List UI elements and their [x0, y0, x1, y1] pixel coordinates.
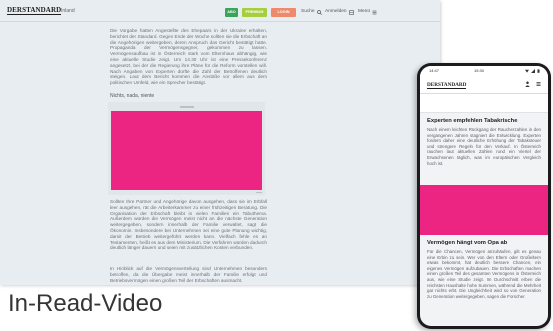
format-caption: In-Read-Video	[8, 290, 163, 317]
article-paragraph: Die Vorgabe hatten Angestellte des Ehepa…	[110, 28, 267, 86]
article-subheading: Nichts, nada, niente	[110, 93, 155, 99]
search-icon	[316, 9, 322, 15]
mobile-article-heading: Experten empfehlen Tabakrische	[427, 118, 518, 124]
site-header: DERSTANDARD Inland ABO PREMIUM LOGIN Suc…	[0, 0, 440, 22]
article-paragraph: In Hinblick auf die Vermögensverteilung …	[110, 266, 267, 283]
login-button[interactable]: LOGIN	[271, 8, 296, 17]
mobile-site-logo[interactable]: DERSTANDARD	[427, 82, 467, 89]
account-button[interactable]: Anmelden	[325, 9, 354, 15]
premium-button[interactable]: PREMIUM	[242, 8, 267, 17]
user-icon[interactable]	[525, 81, 530, 87]
menu-button[interactable]: Menü	[358, 9, 377, 15]
mobile-article-paragraph: Für die Chancen, Vermögen anzuhäufen, gi…	[427, 249, 541, 299]
mobile-article-heading: Vermögen hängt vom Opa ab	[427, 240, 508, 246]
phone-screen: 14:47 15:30 DERSTANDARD Experten empfehl…	[420, 66, 548, 326]
mobile-article-paragraph: Nach einem leichten Rückgang der Raucher…	[427, 127, 541, 166]
video-player[interactable]	[111, 111, 262, 190]
search-label: Suche	[301, 9, 315, 14]
phone-mockup: 14:47 15:30 DERSTANDARD Experten empfehl…	[417, 63, 551, 329]
battery-icon	[537, 69, 540, 73]
in-read-video-ad[interactable]	[108, 102, 265, 195]
hamburger-icon	[372, 10, 377, 14]
desktop-page-mockup: DERSTANDARD Inland ABO PREMIUM LOGIN Suc…	[0, 0, 440, 285]
site-logo[interactable]: DERSTANDARD	[7, 6, 62, 15]
mobile-site-header: DERSTANDARD	[420, 76, 548, 94]
hamburger-icon[interactable]	[536, 81, 541, 87]
signal-icon	[531, 69, 535, 73]
status-icons	[525, 69, 540, 73]
menu-label: Menü	[358, 9, 370, 14]
account-label: Anmelden	[325, 9, 347, 14]
status-clock: 15:30	[474, 68, 485, 73]
ad-label	[180, 106, 194, 108]
mobile-header-icons	[525, 81, 541, 87]
mobile-video-player[interactable]	[420, 185, 548, 235]
user-grid-icon	[348, 9, 354, 15]
article-paragraph: Sollten Ihre Partner und Angehörige davo…	[110, 199, 267, 251]
ad-info-marker	[256, 191, 262, 193]
status-time: 14:47	[429, 68, 440, 73]
status-bar: 14:47 15:30	[420, 66, 548, 76]
search-button[interactable]: Suche	[301, 9, 322, 15]
section-label[interactable]: Inland	[61, 8, 75, 14]
abo-button[interactable]: ABO	[225, 8, 238, 17]
wifi-icon	[525, 69, 529, 73]
mobile-nav-strip	[420, 94, 548, 113]
